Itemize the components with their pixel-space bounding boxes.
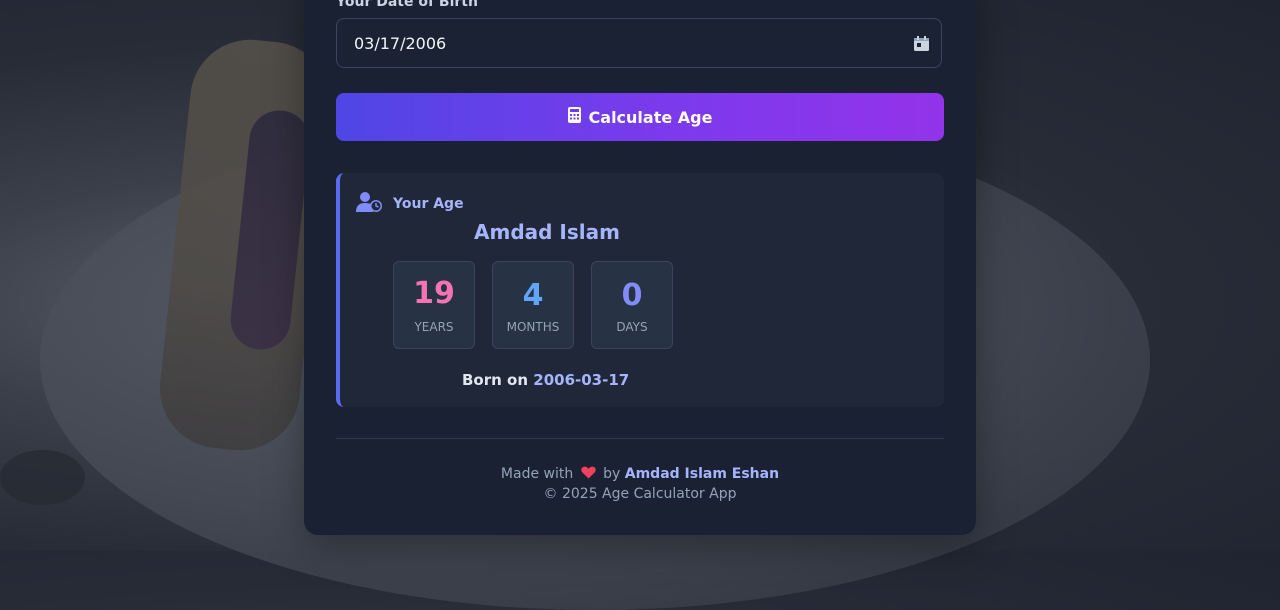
born-on-line: Born on 2006-03-17 xyxy=(462,371,629,389)
dob-label: Your Date of Birth xyxy=(336,0,478,10)
born-on-date: 2006-03-17 xyxy=(533,371,630,389)
footer-credit: Made with by Amdad Islam Eshan xyxy=(304,466,976,482)
days-label: DAYS xyxy=(616,320,648,334)
author-link[interactable]: Amdad Islam Eshan xyxy=(625,466,779,482)
user-clock-icon xyxy=(356,191,383,217)
months-value: 4 xyxy=(522,278,544,313)
made-with-text: Made with xyxy=(500,466,574,482)
footer-divider xyxy=(336,438,944,439)
days-box: 0 DAYS xyxy=(591,261,673,349)
calendar-icon[interactable] xyxy=(913,35,931,57)
born-on-prefix: Born on xyxy=(462,371,529,389)
years-label: YEARS xyxy=(414,320,454,334)
calculate-age-label: Calculate Age xyxy=(588,107,713,127)
calculate-age-button[interactable]: Calculate Age xyxy=(336,93,944,141)
dob-value: 03/17/2006 xyxy=(354,34,447,53)
months-label: MONTHS xyxy=(506,320,560,334)
copyright-text: © 2025 Age Calculator App xyxy=(543,486,737,502)
person-name: Amdad Islam xyxy=(474,220,620,244)
heart-icon xyxy=(578,466,603,482)
years-value: 19 xyxy=(413,276,455,311)
background-shadow xyxy=(0,450,85,505)
dob-input[interactable]: 03/17/2006 xyxy=(336,18,942,68)
result-heading-text: Your Age xyxy=(393,196,464,212)
months-box: 4 MONTHS xyxy=(492,261,574,349)
calculator-icon xyxy=(567,107,581,127)
result-heading: Your Age xyxy=(356,191,464,217)
by-text: by xyxy=(603,466,621,482)
days-value: 0 xyxy=(621,278,643,313)
age-result-panel: Your Age Amdad Islam 19 YEARS 4 MONTHS 0… xyxy=(336,173,944,407)
years-box: 19 YEARS xyxy=(393,261,475,349)
age-calculator-card: Your Date of Birth 03/17/2006 Calculate … xyxy=(304,0,976,535)
